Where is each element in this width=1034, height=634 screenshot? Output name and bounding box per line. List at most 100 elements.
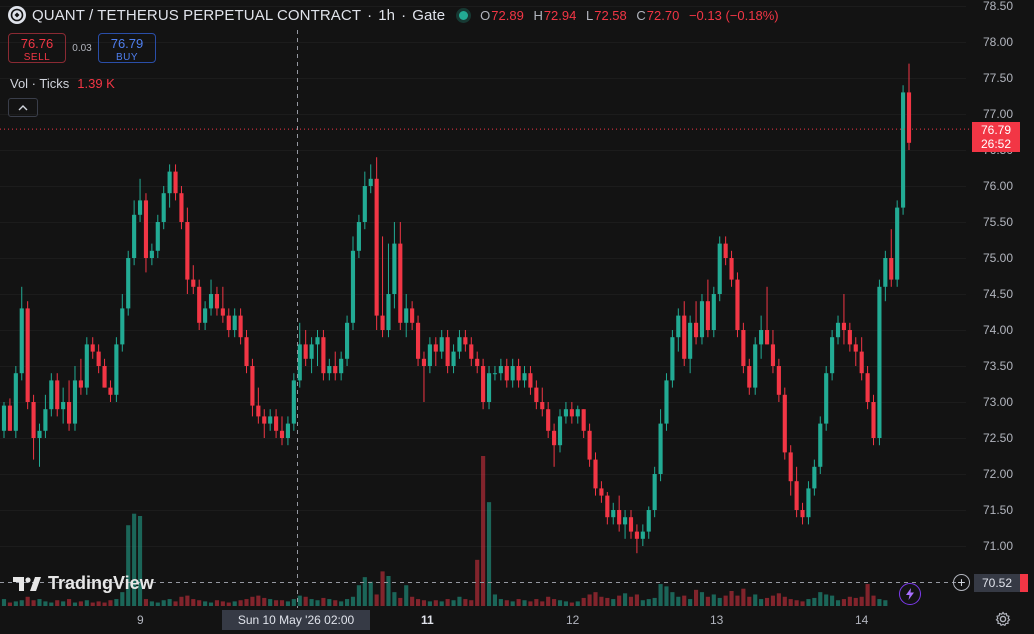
candle-body (108, 387, 113, 395)
candle-body (628, 517, 634, 532)
candle-body (392, 243, 397, 294)
candle-body (688, 322, 693, 359)
candle-body (812, 466, 817, 489)
candle-body (847, 330, 852, 345)
volume-bar (61, 601, 66, 606)
candle-body (96, 351, 101, 366)
volume-bar (66, 599, 72, 606)
candle-body (735, 279, 740, 330)
candle-body (901, 92, 906, 208)
candle-body (853, 344, 858, 352)
volume-bar (226, 602, 231, 606)
candle-body (776, 366, 781, 395)
trade-panel: 76.76 SELL 0.03 76.79 BUY (8, 33, 156, 63)
candle-body (404, 308, 409, 323)
volume-bar (362, 577, 367, 606)
candle-body (770, 344, 776, 366)
volume-bar (191, 599, 196, 606)
volume-bar (723, 595, 728, 606)
candle-body (226, 315, 231, 330)
candle-body (433, 344, 438, 352)
price-scale-label: 78.50 (983, 0, 1014, 13)
volume-bar (321, 597, 326, 606)
chart-canvas[interactable] (0, 0, 1034, 634)
sell-label: SELL (23, 52, 51, 63)
volume-bar (7, 602, 12, 606)
plus-circle-icon[interactable]: + (953, 574, 970, 591)
price-scale-label: 77.00 (983, 107, 1014, 121)
volume-bar (522, 600, 527, 606)
open-label: O (480, 7, 491, 23)
volume-bar (173, 601, 178, 606)
candle-body (185, 222, 190, 280)
candle-body (705, 301, 710, 330)
candle-body (208, 294, 214, 309)
volume-bar (457, 596, 462, 606)
volume-bar (78, 601, 83, 606)
interval-label[interactable]: 1h (378, 7, 395, 24)
candle-body (297, 344, 302, 381)
sell-price: 76.76 (20, 36, 54, 51)
candle-body (486, 373, 492, 402)
sell-button[interactable]: 76.76 SELL (8, 33, 66, 63)
candle-body (871, 402, 876, 438)
candle-body (303, 344, 308, 359)
candle-body (333, 366, 338, 374)
candle-body (563, 409, 568, 417)
candle-body (179, 193, 184, 222)
candle-body (575, 409, 580, 417)
volume-bar (339, 601, 344, 606)
volume-bar (699, 592, 705, 606)
candle-body (191, 279, 196, 287)
volume-bar (274, 600, 279, 606)
candle-body (617, 510, 622, 525)
volume-bar (19, 600, 24, 606)
volume-bar (451, 600, 456, 606)
candle-body (528, 373, 533, 388)
candle-body (61, 402, 66, 410)
candle-body (469, 344, 474, 359)
logo-icon[interactable] (8, 6, 26, 24)
volume-bar (220, 601, 225, 606)
candle-body (126, 258, 131, 309)
buy-button[interactable]: 76.79 BUY (98, 33, 156, 63)
price-scale-label: 78.00 (983, 35, 1014, 49)
symbol-title[interactable]: QUANT / TETHERUS PERPETUAL CONTRACT (32, 7, 361, 24)
collapse-chevron-icon (18, 104, 28, 110)
candle-body (581, 409, 586, 431)
candle-body (646, 510, 651, 532)
volume-bar (552, 599, 557, 606)
volume-bar (232, 601, 237, 606)
volume-bar (203, 601, 208, 606)
volume-bar (386, 576, 391, 606)
volume-bar (72, 602, 78, 606)
exchange-label[interactable]: Gate (412, 7, 445, 24)
gear-icon[interactable] (995, 611, 1011, 632)
volume-bar (149, 601, 154, 606)
volume-bar (764, 597, 770, 606)
collapse-legend-button[interactable] (8, 98, 38, 117)
candle-body (345, 322, 350, 359)
candle-body (806, 488, 811, 518)
buy-price: 76.79 (110, 36, 144, 51)
candle-body (13, 373, 18, 431)
lightning-icon[interactable] (899, 583, 921, 605)
volume-bar (238, 600, 243, 606)
volume-bar (871, 595, 876, 606)
volume-bar (96, 601, 101, 606)
volume-bar (800, 601, 805, 606)
price-scale-label: 71.00 (983, 539, 1014, 553)
candle-body (457, 337, 462, 352)
candle-body (540, 402, 545, 410)
price-scale-label: 75.00 (983, 251, 1014, 265)
volume-bar (682, 595, 687, 606)
volume-bar (705, 596, 710, 606)
price-scale-label: 73.00 (983, 395, 1014, 409)
candle-body (203, 308, 208, 323)
candle-body (747, 366, 752, 388)
volume-bar (818, 592, 823, 606)
volume-legend[interactable]: Vol · Ticks 1.39 K (10, 76, 115, 91)
tradingview-watermark[interactable]: TradingView (12, 573, 154, 594)
volume-bar (563, 601, 568, 606)
candle-body (711, 294, 716, 330)
